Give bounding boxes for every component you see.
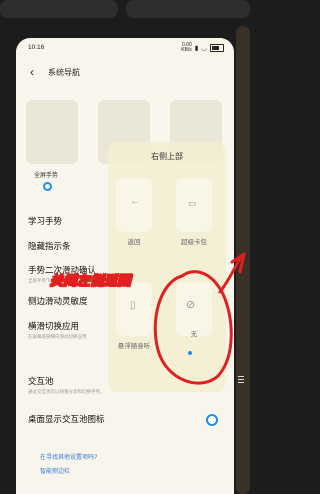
smart-sidebar-link[interactable]: 智能侧边栏	[40, 466, 70, 475]
row-swipe-switch-app[interactable]: 横滑切换应用 在屏幕底部横向滑动切换应用	[28, 320, 87, 340]
row-title: 侧边滑动灵敏度	[28, 296, 88, 306]
row-subtitle: 在屏幕底部横向滑动切换应用	[28, 334, 87, 339]
music-icon: ▯	[130, 300, 136, 311]
mode-card-fullscreen[interactable]	[26, 100, 78, 164]
mode-label-fullscreen: 全屏手势	[34, 173, 59, 179]
row-hide-indicator[interactable]: 隐藏指示条	[28, 240, 71, 252]
status-bar: 10:16 0.00 KB/s ▮ ◡	[16, 38, 234, 60]
right-upper-popup: 右侧上部 ← 返回 ▭ 超级卡包 ▯ 悬浮随身听 ⊘ 无	[108, 142, 226, 392]
option-back-label: 返回	[127, 239, 141, 246]
status-right: 0.00 KB/s ▮ ◡	[181, 43, 224, 53]
row-title: 横滑切换应用	[28, 321, 80, 331]
row-title: 学习手势	[28, 216, 63, 226]
network-speed-unit: KB/s	[181, 47, 192, 53]
side-menu-icon[interactable]	[238, 376, 244, 385]
popup-title: 右侧上部	[151, 152, 183, 161]
back-icon[interactable]: ‹	[30, 65, 34, 79]
row-subtitle: 通过交互池可以快速分享和切换手势。	[28, 389, 105, 394]
network-speed: 0.00 KB/s	[181, 43, 192, 53]
row-title: 隐藏指示条	[28, 241, 71, 251]
row-interaction-pool[interactable]: 交互池 通过交互池可以快速分享和切换手势。	[28, 375, 105, 395]
annotation-text: 关闭左侧返回	[50, 273, 132, 289]
mode-radio-fullscreen[interactable]	[43, 182, 52, 191]
page-title: 系统导航	[48, 68, 80, 77]
option-music-label: 悬浮随身听	[117, 343, 151, 350]
status-time: 10:16	[28, 44, 45, 51]
row-title: 交互池	[28, 376, 54, 386]
signal-icon: ▮	[194, 45, 199, 52]
prohibited-icon: ⊘	[186, 299, 196, 311]
selected-indicator-dot	[188, 351, 192, 355]
background-card-left	[0, 0, 118, 18]
background-card-side	[236, 26, 250, 494]
background-card-right	[126, 0, 250, 18]
row-title: 桌面显示交互池图标	[28, 414, 105, 424]
option-card-pack-label: 超级卡包	[181, 239, 207, 246]
top-bar: ‹ 系统导航	[16, 60, 234, 84]
card-pack-icon: ▭	[188, 198, 197, 208]
row-side-sensitivity[interactable]: 侧边滑动灵敏度	[28, 295, 88, 307]
row-desktop-pool-icon[interactable]: 桌面显示交互池图标	[28, 413, 105, 425]
other-settings-question: 在寻找其他设置项吗?	[40, 455, 98, 461]
toggle-desktop-pool-icon[interactable]	[206, 414, 218, 426]
wifi-icon: ◡	[201, 45, 207, 52]
option-none-label: 无	[190, 331, 198, 338]
back-arrow-icon: ←	[130, 196, 140, 207]
battery-icon	[210, 44, 224, 52]
row-learn-gestures[interactable]: 学习手势	[28, 215, 62, 227]
